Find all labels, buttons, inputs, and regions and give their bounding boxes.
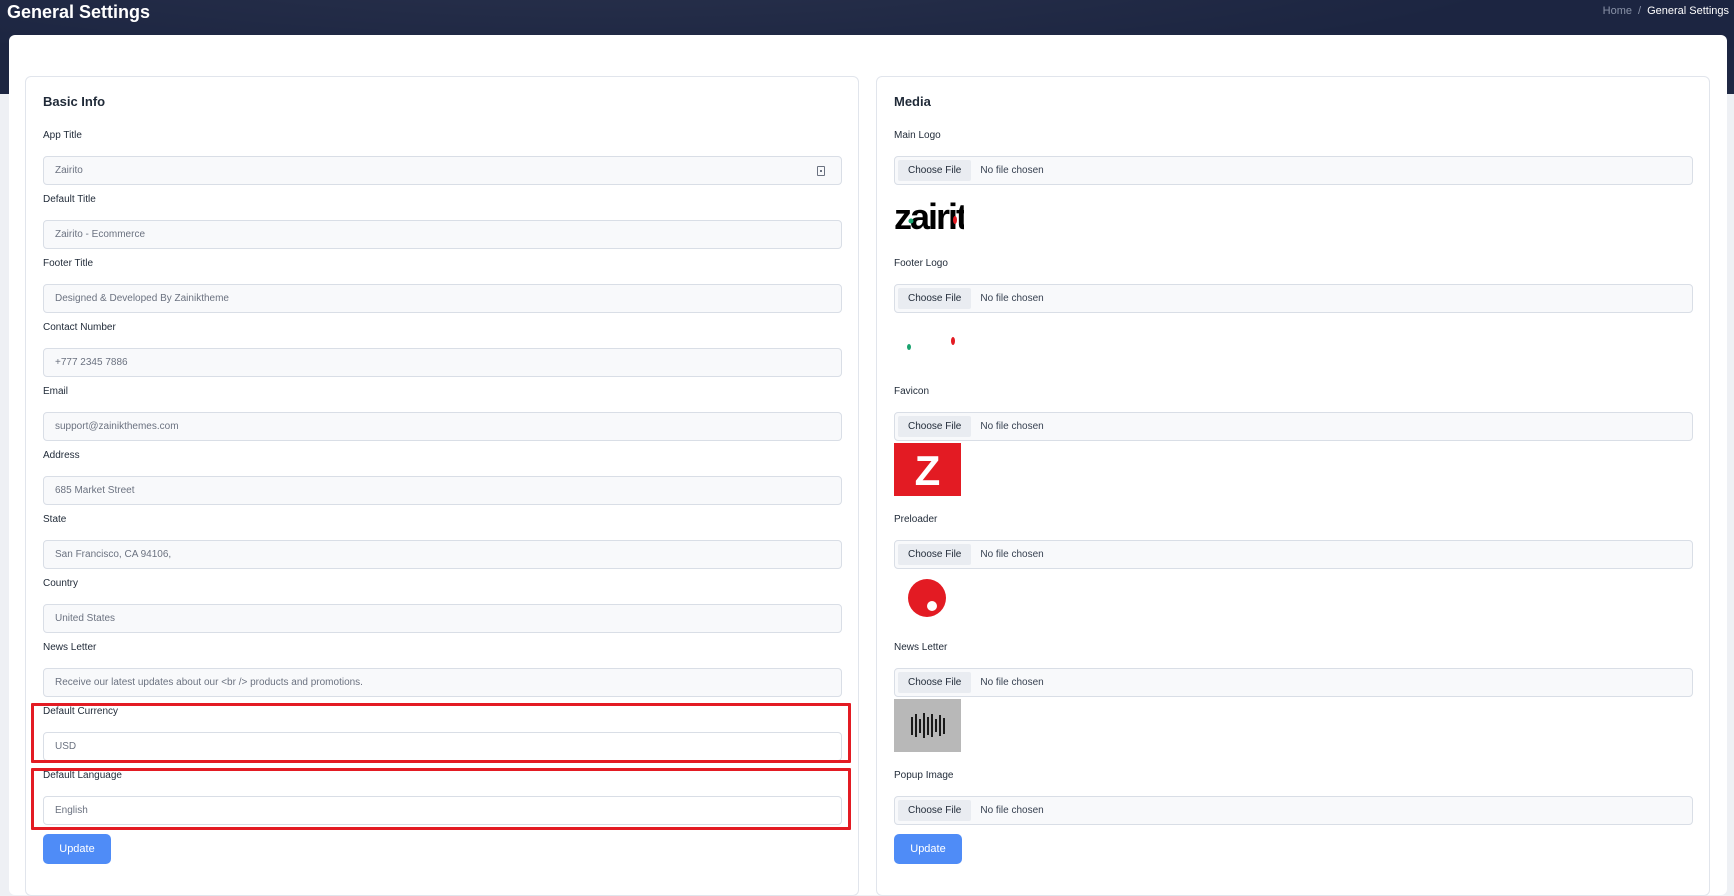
app-title-input[interactable]: Zairito [43,156,842,185]
newsletter-image [894,699,961,752]
default-title-label: Default Title [43,194,96,205]
app-title-label: App Title [43,130,82,141]
address-label: Address [43,450,80,461]
email-input[interactable]: support@zainikthemes.com [43,412,842,441]
state-input[interactable]: San Francisco, CA 94106, [43,540,842,569]
popup-image-file-input[interactable]: Choose File No file chosen [894,796,1693,825]
preloader-field: Preloader Choose File No file chosen [894,513,1693,569]
footer-logo-file-status: No file chosen [980,293,1044,304]
breadcrumb: Home / General Settings [1603,5,1729,18]
preloader-image [908,579,946,617]
footer-logo-preview [894,315,961,368]
favicon-image: Z [894,443,961,496]
footer-title-label: Footer Title [43,258,94,269]
main-logo-choose-file-button[interactable]: Choose File [898,160,972,181]
footer-title-value: Designed & Developed By Zainiktheme [55,293,229,304]
main-logo-file-input[interactable]: Choose File No file chosen [894,156,1693,185]
default-title-input[interactable]: Zairito - Ecommerce [43,220,842,249]
app-title-field: App Title Zairito [43,129,842,185]
email-value: support@zainikthemes.com [55,421,179,432]
default-currency-highlight [31,703,851,763]
main-logo-preview: zairito [894,187,989,240]
newsletter-text-label: News Letter [43,642,97,653]
page-title: General Settings [7,2,151,22]
newsletter-text-field: News Letter Receive our latest updates a… [43,641,842,697]
preloader-preview [894,571,961,624]
address-input[interactable]: 685 Market Street [43,476,842,505]
popup-image-choose-file-button[interactable]: Choose File [898,800,972,821]
preloader-choose-file-button[interactable]: Choose File [898,544,972,565]
preloader-file-status: No file chosen [980,549,1044,560]
footer-title-input[interactable]: Designed & Developed By Zainiktheme [43,284,842,313]
newsletter-image-label: News Letter [894,642,948,653]
newsletter-image-preview [894,699,961,752]
contact-number-input[interactable]: +777 2345 7886 [43,348,842,377]
app-title-value: Zairito [55,165,83,176]
address-value: 685 Market Street [55,485,135,496]
country-input[interactable]: United States [43,604,842,633]
favicon-choose-file-button[interactable]: Choose File [898,416,972,437]
favicon-preview: Z [894,443,961,496]
main-logo-label: Main Logo [894,130,941,141]
main-logo-field: Main Logo Choose File No file chosen [894,129,1693,185]
contact-number-value: +777 2345 7886 [55,357,128,368]
contact-number-field: Contact Number +777 2345 7886 [43,321,842,377]
contact-number-label: Contact Number [43,322,116,333]
basic-info-update-button[interactable]: Update [43,834,111,864]
country-value: United States [55,613,116,624]
default-title-value: Zairito - Ecommerce [55,229,146,240]
main-logo-image: zairito [894,196,989,237]
footer-logo-field: Footer Logo Choose File No file chosen [894,257,1693,313]
media-panel: Media Main Logo Choose File No file chos… [876,76,1710,896]
state-field: State San Francisco, CA 94106, [43,513,842,569]
default-language-highlight [31,768,851,830]
footer-logo-image [907,337,955,350]
password-manager-icon[interactable] [817,166,825,176]
favicon-field: Favicon Choose File No file chosen [894,385,1693,441]
breadcrumb-separator: / [1638,5,1642,17]
breadcrumb-home-link[interactable]: Home [1603,5,1632,18]
svg-text:zairito: zairito [894,196,964,237]
email-field: Email support@zainikthemes.com [43,385,842,441]
svg-text:Z: Z [915,447,941,494]
newsletter-image-file-status: No file chosen [980,677,1044,688]
footer-logo-choose-file-button[interactable]: Choose File [898,288,972,309]
media-title: Media [894,94,931,109]
footer-logo-label: Footer Logo [894,258,948,269]
address-field: Address 685 Market Street [43,449,842,505]
breadcrumb-current: General Settings [1647,5,1729,17]
state-value: San Francisco, CA 94106, [55,549,172,560]
popup-image-file-status: No file chosen [980,805,1044,816]
email-label: Email [43,386,69,397]
preloader-file-input[interactable]: Choose File No file chosen [894,540,1693,569]
footer-title-field: Footer Title Designed & Developed By Zai… [43,257,842,313]
default-title-field: Default Title Zairito - Ecommerce [43,193,842,249]
favicon-file-input[interactable]: Choose File No file chosen [894,412,1693,441]
media-update-button[interactable]: Update [894,834,962,864]
newsletter-text-input[interactable]: Receive our latest updates about our <br… [43,668,842,697]
preloader-label: Preloader [894,514,938,525]
newsletter-image-choose-file-button[interactable]: Choose File [898,672,972,693]
main-logo-file-status: No file chosen [980,165,1044,176]
newsletter-image-file-input[interactable]: Choose File No file chosen [894,668,1693,697]
footer-logo-file-input[interactable]: Choose File No file chosen [894,284,1693,313]
country-label: Country [43,578,79,589]
newsletter-text-value: Receive our latest updates about our <br… [55,677,363,688]
country-field: Country United States [43,577,842,633]
favicon-label: Favicon [894,386,930,397]
popup-image-label: Popup Image [894,770,954,781]
basic-info-title: Basic Info [43,94,106,109]
popup-image-field: Popup Image Choose File No file chosen [894,769,1693,825]
newsletter-image-field: News Letter Choose File No file chosen [894,641,1693,697]
favicon-file-status: No file chosen [980,421,1044,432]
state-label: State [43,514,67,525]
